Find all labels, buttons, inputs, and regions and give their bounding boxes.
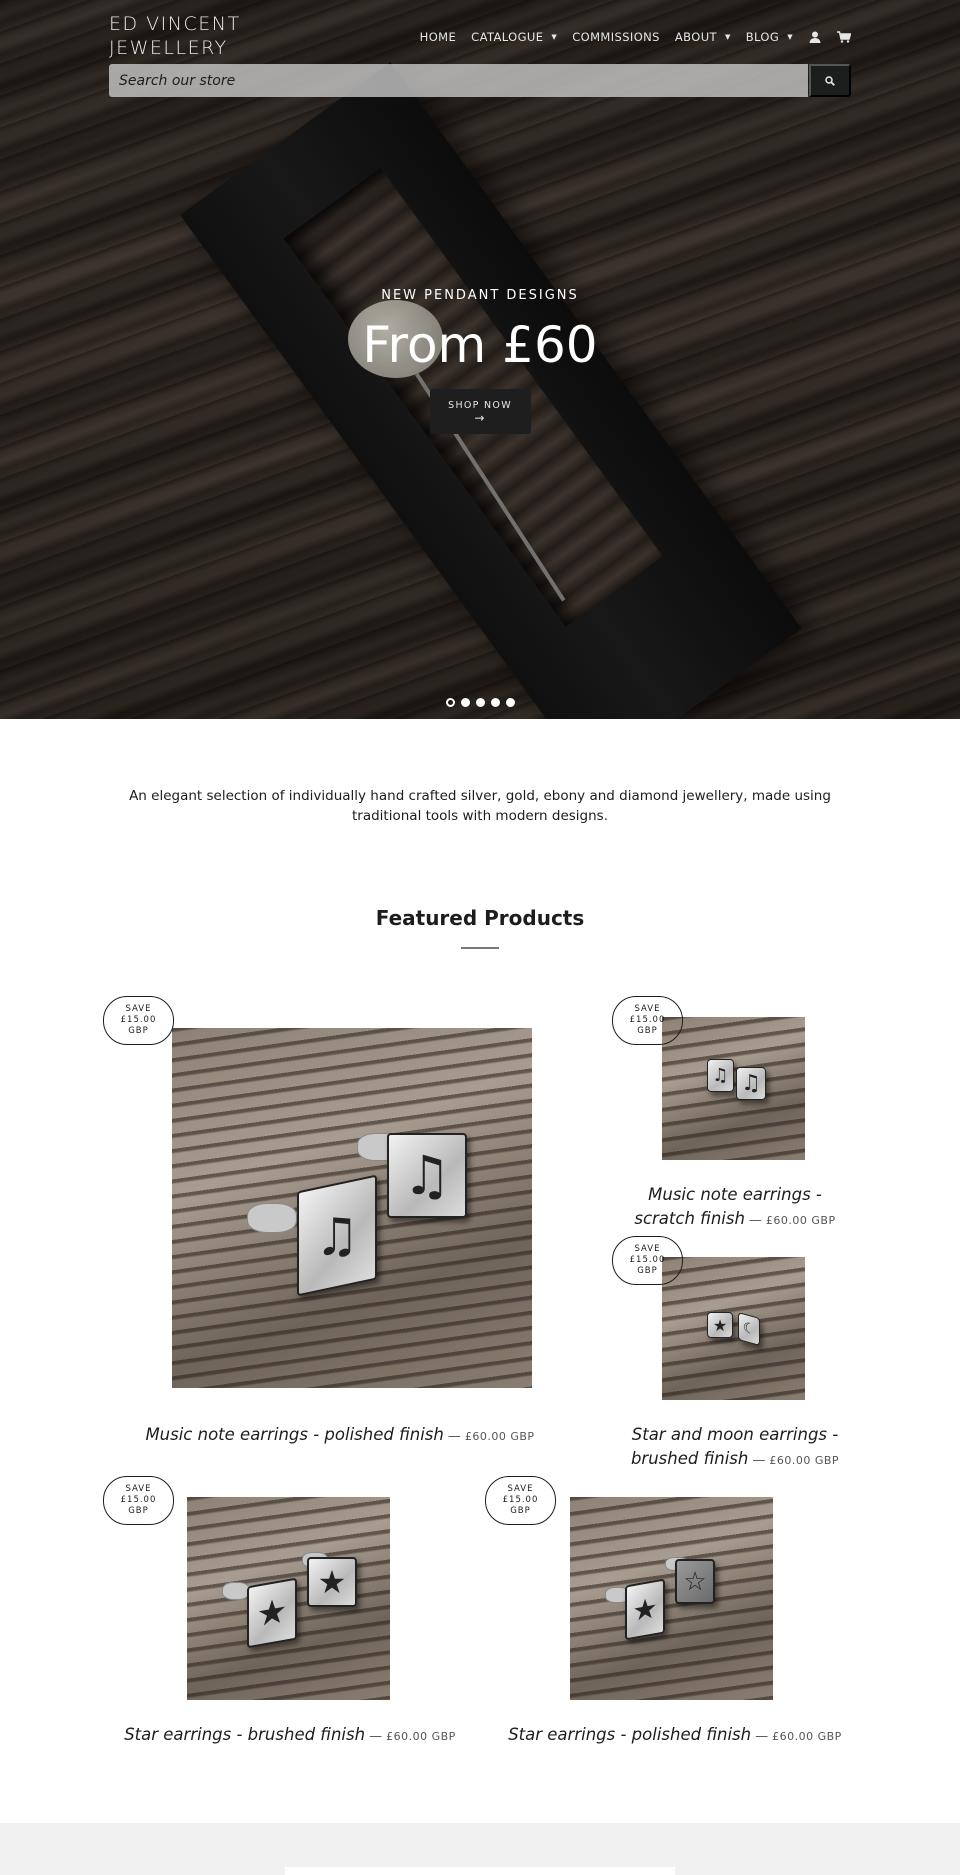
newsletter-box [285, 1867, 675, 1875]
slide-dot-4[interactable] [490, 698, 500, 707]
cart-link[interactable] [837, 31, 851, 43]
product-image[interactable]: ★ ★ [187, 1497, 390, 1700]
site-logo[interactable]: ED VINCENT JEWELLERY [109, 12, 269, 60]
caret-down-icon: ▼ [551, 33, 558, 41]
main-nav: HOME CATALOGUE ▼ COMMISSIONS ABOUT ▼ BLOG ▼ [405, 30, 851, 44]
sale-badge: SAVE £15.00 GBP [103, 1476, 174, 1525]
star-icon: ★ [307, 1557, 357, 1607]
product-title[interactable]: Music note earrings - scratch finish — £60… [620, 1183, 850, 1233]
product-image[interactable]: ♫ ♫ [172, 1028, 532, 1388]
search-bar: Search our store [109, 64, 851, 97]
product-title[interactable]: Star and moon earrings - brushed finish —… [620, 1423, 850, 1473]
sale-badge: SAVE £15.00 GBP [612, 1236, 683, 1285]
hero-title: From £60 [362, 316, 598, 374]
star-icon: ★ [707, 1312, 733, 1338]
product-image[interactable]: ♫ ♫ [662, 1017, 805, 1160]
music-note-icon: ♫ [736, 1067, 766, 1100]
product-title[interactable]: Star earrings - polished finish — £60.00 G… [485, 1723, 865, 1749]
hero-subtitle: NEW PENDANT DESIGNS [381, 288, 579, 303]
search-input[interactable]: Search our store [109, 64, 808, 97]
slide-dot-3[interactable] [475, 698, 485, 707]
featured-products-heading: Featured Products [375, 906, 585, 930]
star-icon: ☆ [675, 1559, 715, 1604]
music-note-icon: ♫ [387, 1133, 467, 1218]
user-icon [809, 31, 821, 43]
product-price: £60.00 GBP [386, 1730, 456, 1743]
product-title[interactable]: Star earrings - brushed finish — £60.00 GB… [100, 1723, 480, 1749]
intro-text: An elegant selection of individually han… [129, 788, 831, 824]
star-icon: ★ [247, 1577, 297, 1649]
caret-down-icon: ▼ [724, 33, 731, 41]
music-note-icon: ♫ [297, 1174, 377, 1297]
nav-home[interactable]: HOME [420, 30, 457, 44]
search-button[interactable] [809, 64, 851, 97]
caret-down-icon: ▼ [787, 33, 793, 41]
nav-blog[interactable]: BLOG ▼ [746, 30, 793, 44]
music-note-icon: ♫ [707, 1059, 734, 1092]
nav-about[interactable]: ABOUT ▼ [675, 30, 731, 44]
section-divider [461, 947, 499, 949]
hero-slideshow: ED VINCENT JEWELLERY HOME CATALOGUE ▼ COM… [0, 0, 960, 719]
slide-dot-2[interactable] [460, 698, 470, 707]
shop-now-button[interactable]: SHOP NOW → [429, 389, 531, 434]
slide-dot-5[interactable] [505, 698, 515, 707]
product-image[interactable]: ★ ☆ [570, 1497, 773, 1700]
sale-badge: SAVE £15.00 GBP [103, 996, 174, 1045]
product-title[interactable]: Music note earrings - polished finish — £6… [120, 1423, 560, 1449]
product-price: £60.00 GBP [765, 1214, 836, 1227]
search-icon [825, 75, 835, 86]
sale-badge: SAVE £15.00 GBP [485, 1476, 556, 1525]
slide-dot-1[interactable] [445, 698, 455, 707]
arrow-right-icon: → [474, 411, 486, 425]
account-link[interactable] [809, 31, 821, 43]
footer [0, 1823, 960, 1875]
product-price: £60.00 GBP [464, 1430, 535, 1443]
product-price: £60.00 GBP [769, 1454, 840, 1467]
hero-caption: NEW PENDANT DESIGNS From £60 SHOP NOW → [0, 288, 960, 434]
slideshow-dots [0, 698, 960, 707]
product-image[interactable]: ★ ☾ [662, 1257, 805, 1400]
product-price: £60.00 GBP [772, 1730, 842, 1743]
sale-badge: SAVE £15.00 GBP [612, 996, 683, 1045]
star-icon: ★ [625, 1578, 665, 1641]
nav-commissions[interactable]: COMMISSIONS [572, 30, 660, 44]
nav-catalogue[interactable]: CATALOGUE ▼ [471, 30, 557, 44]
cart-icon [837, 31, 851, 43]
moon-icon: ☾ [738, 1312, 760, 1346]
